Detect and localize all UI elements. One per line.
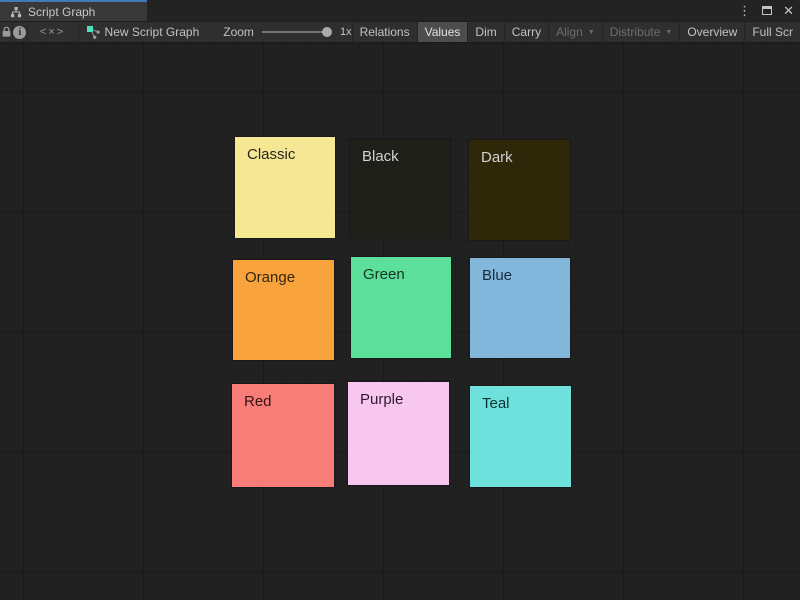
sticky-note-title: Black [350,139,451,174]
sticky-note-blue[interactable]: Blue [470,258,570,358]
sticky-note-purple[interactable]: Purple [348,382,449,485]
toolbar-button-carry[interactable]: Carry [504,22,548,42]
toolbar-button-label: Distribute [610,25,661,39]
sticky-note-title: Classic [235,137,335,172]
toolbar-button-values[interactable]: Values [417,22,468,42]
sticky-note-red[interactable]: Red [232,384,334,487]
graph-hierarchy-icon [10,6,22,18]
toolbar-button-relations[interactable]: Relations [352,22,417,42]
zoom-label: Zoom [223,25,254,39]
zoom-slider[interactable] [262,27,332,37]
code-icon: <×> [40,26,65,38]
sticky-note-title: Teal [470,386,571,421]
zoom-value: 1x [340,26,352,38]
toolbar-button-full-scr[interactable]: Full Scr [744,22,800,42]
sticky-note-orange[interactable]: Orange [233,260,334,360]
zoom-slider-handle[interactable] [322,27,332,37]
sticky-note-green[interactable]: Green [351,257,451,358]
sticky-note-title: Red [232,384,334,419]
sticky-note-teal[interactable]: Teal [470,386,571,487]
sticky-note-title: Purple [348,382,449,417]
info-button[interactable]: i [13,22,27,42]
sticky-note-title: Orange [233,260,334,295]
graph-toolbar: i <×> New Script Graph Zoom 1x Relations… [0,21,800,43]
window-menu-icon[interactable]: ⋮ [738,0,751,21]
script-graph-icon [86,25,100,39]
close-icon[interactable]: ✕ [783,0,794,21]
sticky-note-dark[interactable]: Dark [469,140,570,240]
toolbar-button-dim[interactable]: Dim [467,22,503,42]
toolbar-button-label: Full Scr [752,25,793,39]
toolbar-button-label: Values [425,25,461,39]
toolbar-buttons: Relations Values Dim Carry Align ▼ Distribute ▼… [352,22,800,42]
dropdown-arrow-icon: ▼ [588,28,595,36]
tab-title: Script Graph [28,5,95,19]
sticky-note-title: Dark [469,140,570,175]
title-bar: Script Graph ⋮ ✕ [0,0,800,21]
toolbar-button-label: Carry [512,25,541,39]
toolbar-button-distribute: Distribute ▼ [602,22,680,42]
dropdown-arrow-icon: ▼ [665,28,672,36]
sticky-note-black[interactable]: Black [350,139,451,238]
maximize-icon[interactable] [762,0,772,21]
sticky-note-classic[interactable]: Classic [235,137,335,238]
toolbar-button-label: Overview [687,25,737,39]
toolbar-button-label: Relations [360,25,410,39]
window-controls: ⋮ ✕ [738,0,794,21]
toolbar-button-label: Dim [475,25,496,39]
zoom-control: Zoom 1x [209,22,351,42]
code-view-button[interactable]: <×> [28,22,79,42]
toolbar-button-label: Align [556,25,583,39]
graph-name-label: New Script Graph [105,25,200,39]
lock-icon [1,26,12,38]
tab-script-graph[interactable]: Script Graph [0,0,147,21]
lock-button[interactable] [0,22,13,42]
info-icon: i [13,26,26,39]
sticky-note-title: Blue [470,258,570,293]
graph-name-field[interactable]: New Script Graph [79,22,210,42]
sticky-note-title: Green [351,257,451,292]
graph-canvas[interactable]: Classic Black Dark Orange Green Blue Red Purple… [0,43,800,600]
toolbar-button-overview[interactable]: Overview [679,22,744,42]
toolbar-button-align: Align ▼ [548,22,602,42]
